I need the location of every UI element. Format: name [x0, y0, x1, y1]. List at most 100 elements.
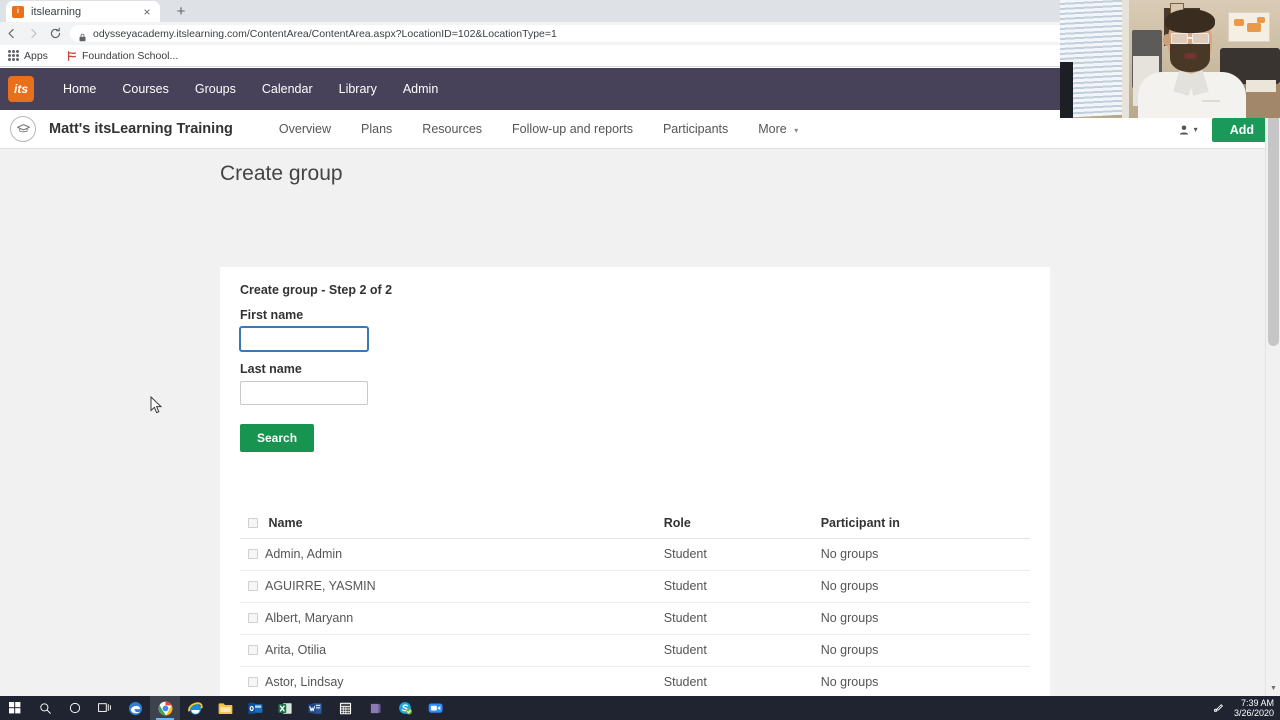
close-icon[interactable]: × — [140, 5, 154, 19]
scrollbar-thumb[interactable] — [1268, 86, 1279, 346]
lock-icon — [78, 29, 87, 42]
tab-participants[interactable]: Participants — [648, 122, 743, 136]
tab-overview[interactable]: Overview — [264, 122, 346, 136]
scroll-down-arrow[interactable]: ▼ — [1266, 681, 1280, 696]
taskbar-clock[interactable]: 7:39 AM 3/26/2020 — [1234, 698, 1274, 719]
nav-item-groups[interactable]: Groups — [182, 82, 249, 96]
skype-icon[interactable] — [390, 696, 420, 720]
last-name-field[interactable] — [240, 381, 368, 405]
row-checkbox[interactable] — [248, 613, 258, 623]
select-all-checkbox[interactable] — [248, 518, 258, 528]
last-name-label: Last name — [240, 362, 302, 376]
cell-participant-in: No groups — [820, 666, 1030, 696]
cell-participant-in: No groups — [820, 538, 1030, 571]
bookmark-icon — [66, 50, 78, 62]
search-icon[interactable] — [30, 696, 60, 720]
itslearning-favicon: i — [12, 5, 24, 18]
row-checkbox[interactable] — [248, 581, 258, 591]
calculator-icon[interactable] — [330, 696, 360, 720]
cell-participant-in: No groups — [820, 570, 1030, 603]
tab-more[interactable]: More ▾ — [743, 122, 813, 136]
search-button[interactable]: Search — [240, 424, 315, 452]
cell-name: AGUIRRE, YASMIN — [240, 570, 664, 603]
browser-tab-title: itslearning — [31, 5, 82, 18]
row-checkbox[interactable] — [248, 549, 258, 559]
participant-name: Albert, Maryann — [265, 611, 354, 625]
edge-legacy-icon[interactable] — [120, 696, 150, 720]
tab-plans[interactable]: Plans — [346, 122, 407, 136]
nav-item-home[interactable]: Home — [50, 82, 109, 96]
start-icon[interactable] — [0, 696, 30, 720]
table-header-row: Name Role Participant in — [240, 509, 1030, 539]
outlook-icon[interactable] — [240, 696, 270, 720]
cell-role: Student — [663, 602, 821, 635]
column-header-name: Name — [240, 509, 664, 539]
cortana-icon[interactable] — [60, 696, 90, 720]
word-icon[interactable] — [300, 696, 330, 720]
browser-tab[interactable]: i itslearning × — [6, 1, 160, 22]
forward-icon[interactable] — [22, 23, 44, 45]
webcam-overlay — [1060, 0, 1280, 118]
create-group-form: Create group - Step 2 of 2 First name La… — [220, 283, 1050, 696]
page-title: Matt's itsLearning Training — [49, 121, 233, 137]
tab-more-label: More — [758, 122, 787, 136]
first-name-field[interactable] — [240, 327, 368, 351]
taskbar-time: 7:39 AM — [1240, 697, 1274, 708]
add-button[interactable]: Add — [1211, 117, 1272, 142]
table-row[interactable]: Admin, Admin Student No groups — [240, 538, 1030, 571]
file-explorer-icon[interactable] — [210, 696, 240, 720]
taskbar-system-tray: 7:39 AM 3/26/2020 — [1213, 696, 1280, 720]
participant-name: Astor, Lindsay — [265, 675, 344, 689]
page-scrollbar[interactable]: ▲ ▼ — [1265, 68, 1280, 696]
cell-participant-in: No groups — [820, 602, 1030, 635]
task-view-icon[interactable] — [90, 696, 120, 720]
bookmark-label: Foundation School... — [81, 49, 179, 62]
participant-name: AGUIRRE, YASMIN — [265, 579, 376, 593]
mouse-cursor — [150, 395, 163, 415]
reload-icon[interactable] — [44, 23, 66, 45]
create-group-heading: Create group — [220, 162, 343, 185]
nav-item-library[interactable]: Library — [326, 82, 390, 96]
row-checkbox[interactable] — [248, 677, 258, 687]
participant-name: Admin, Admin — [265, 547, 343, 561]
bookmark-label: Apps — [24, 49, 48, 62]
column-header-participant-in: Participant in — [820, 509, 1030, 539]
create-group-card: Create group - Step 2 of 2 First name La… — [220, 267, 1050, 696]
participants-table: Name Role Participant in Admin, Admin Stu… — [240, 509, 1030, 696]
participants-table-body: Admin, Admin Student No groups AGUIRRE, YAS… — [240, 538, 1030, 696]
itslearning-logo[interactable]: its — [8, 76, 34, 102]
first-name-label: First name — [240, 308, 304, 322]
nav-item-courses[interactable]: Courses — [109, 82, 182, 96]
bookmark-apps[interactable]: Apps — [8, 50, 48, 62]
table-row[interactable]: Arita, Otilia Student No groups — [240, 634, 1030, 667]
course-tabs: Overview Plans Resources Follow-up and r… — [264, 122, 813, 136]
pen-menu-icon[interactable] — [1213, 701, 1225, 716]
tab-resources[interactable]: Resources — [407, 122, 497, 136]
excel-icon[interactable] — [270, 696, 300, 720]
participant-name: Arita, Otilia — [265, 643, 327, 657]
nav-item-calendar[interactable]: Calendar — [249, 82, 326, 96]
row-checkbox[interactable] — [248, 645, 258, 655]
tab-follow-up-and-reports[interactable]: Follow-up and reports — [497, 122, 648, 136]
chrome-icon[interactable] — [150, 696, 180, 720]
table-row[interactable]: Astor, Lindsay Student No groups — [240, 666, 1030, 696]
cell-role: Student — [663, 538, 821, 571]
cell-role: Student — [663, 666, 821, 696]
cell-role: Student — [663, 634, 821, 667]
cell-name: Albert, Maryann — [240, 602, 664, 635]
back-icon[interactable] — [0, 23, 22, 45]
table-row[interactable]: Albert, Maryann Student No groups — [240, 602, 1030, 635]
table-row[interactable]: AGUIRRE, YASMIN Student No groups — [240, 570, 1030, 603]
nav-item-admin[interactable]: Admin — [390, 82, 451, 96]
onenote-icon[interactable] — [360, 696, 390, 720]
zoom-icon[interactable] — [420, 696, 450, 720]
user-menu[interactable]: ▾ — [1178, 124, 1198, 136]
windows-taskbar: 7:39 AM 3/26/2020 — [0, 696, 1280, 720]
bookmark-foundation-school[interactable]: Foundation School... — [66, 50, 178, 62]
new-tab-button[interactable]: + — [172, 3, 190, 21]
apps-grid-icon — [8, 50, 19, 61]
internet-explorer-icon[interactable] — [180, 696, 210, 720]
cell-participant-in: No groups — [820, 634, 1030, 667]
cell-name: Arita, Otilia — [240, 634, 664, 667]
chevron-down-icon: ▾ — [1193, 125, 1198, 134]
